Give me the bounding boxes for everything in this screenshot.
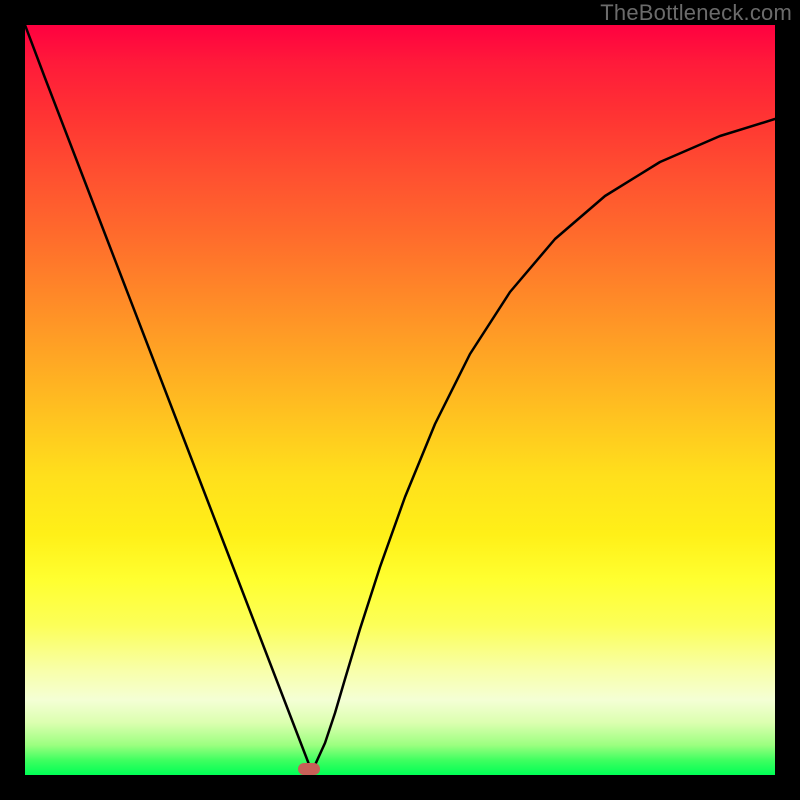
chart-frame: TheBottleneck.com: [0, 0, 800, 800]
optimal-point-marker: [298, 763, 320, 775]
bottleneck-curve: [25, 25, 775, 775]
plot-area: [25, 25, 775, 775]
watermark-text: TheBottleneck.com: [600, 0, 792, 26]
